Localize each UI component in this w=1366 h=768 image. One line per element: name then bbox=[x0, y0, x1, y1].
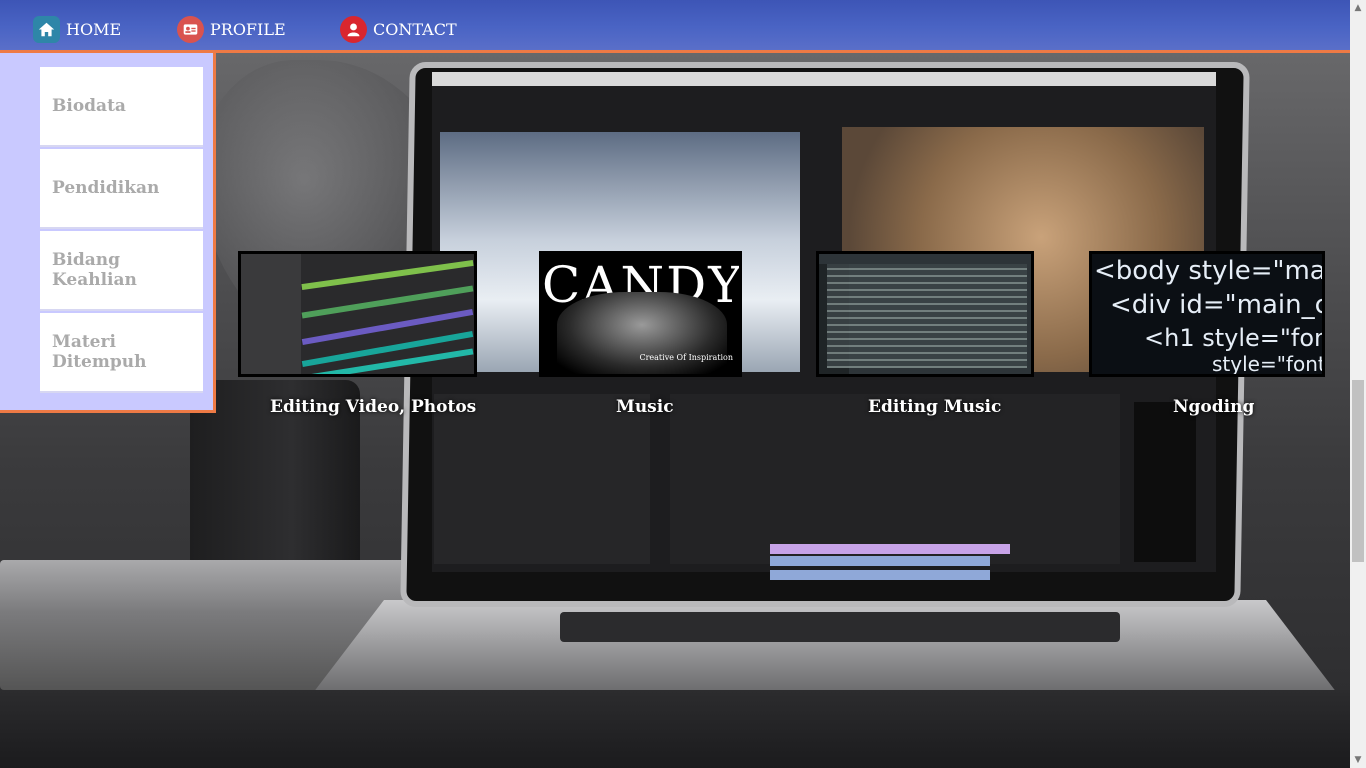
nav-home-link[interactable]: HOME bbox=[33, 14, 121, 44]
caption-ngoding: Ngoding bbox=[1173, 397, 1255, 417]
nav-profile-label: PROFILE bbox=[210, 19, 286, 39]
project-panel bbox=[434, 394, 650, 564]
home-icon bbox=[33, 15, 60, 43]
daw-pattern-grid bbox=[827, 264, 1027, 368]
code-line: <h1 style="font-family: bbox=[1144, 324, 1322, 352]
page-scrollbar[interactable]: ▲ ▼ bbox=[1350, 0, 1366, 768]
nav-home-label: HOME bbox=[66, 19, 122, 39]
caption-editing-music: Editing Music bbox=[868, 397, 1002, 417]
profile-dropdown-menu: Biodata Pendidikan Bidang Keahlian Mater… bbox=[0, 53, 216, 413]
id-card-icon bbox=[177, 15, 204, 43]
scroll-down-icon[interactable]: ▼ bbox=[1350, 752, 1366, 768]
keyframe-lane bbox=[301, 259, 474, 291]
laptop-keyboard bbox=[560, 612, 1120, 642]
menu-item-label: Materi Ditempuh bbox=[52, 332, 147, 372]
nav-contact-link[interactable]: CONTACT bbox=[340, 14, 457, 44]
menu-item-materi-ditempuh[interactable]: Materi Ditempuh bbox=[40, 313, 203, 393]
code-line: <body style="margin: 0; bbox=[1094, 256, 1325, 286]
desk-surface bbox=[0, 690, 1350, 768]
caption-music: Music bbox=[616, 397, 674, 417]
nav-contact-label: CONTACT bbox=[373, 19, 457, 39]
timeline-track bbox=[770, 544, 1010, 554]
audio-meter bbox=[1134, 402, 1196, 562]
music-band-image[interactable]: CANDY Creative Of Inspiration bbox=[539, 251, 742, 377]
nav-profile-link[interactable]: PROFILE bbox=[177, 14, 286, 44]
scroll-thumb[interactable] bbox=[1352, 380, 1364, 562]
code-line: <div id="main_content"> bbox=[1110, 290, 1322, 320]
caption-editing-video: Editing Video, Photos bbox=[270, 397, 477, 417]
menu-item-pendidikan[interactable]: Pendidikan bbox=[40, 149, 203, 229]
menu-item-label: Bidang Keahlian bbox=[52, 250, 137, 290]
timeline-panel bbox=[670, 394, 1120, 580]
scroll-up-icon[interactable]: ▲ bbox=[1350, 0, 1366, 16]
menu-item-biodata[interactable]: Biodata bbox=[40, 67, 203, 147]
editing-music-image[interactable] bbox=[816, 251, 1034, 377]
screen-menubar bbox=[432, 72, 1216, 86]
menu-item-label: Pendidikan bbox=[52, 178, 160, 198]
top-navbar: HOME PROFILE CONTACT bbox=[0, 0, 1350, 53]
menu-item-bidang-keahlian[interactable]: Bidang Keahlian bbox=[40, 231, 203, 311]
editor-side-panel bbox=[241, 254, 301, 374]
code-line: style="font-size: bbox=[1212, 352, 1325, 376]
menu-item-label: Biodata bbox=[52, 96, 126, 116]
editing-video-image[interactable] bbox=[238, 251, 477, 377]
user-icon bbox=[340, 15, 367, 43]
keyframe-lane bbox=[301, 348, 474, 374]
coding-image[interactable]: <body style="margin: 0; <div id="main_co… bbox=[1089, 251, 1325, 377]
band-tagline: Creative Of Inspiration bbox=[639, 353, 733, 362]
timeline-track bbox=[770, 570, 990, 580]
timeline-track bbox=[770, 556, 990, 566]
